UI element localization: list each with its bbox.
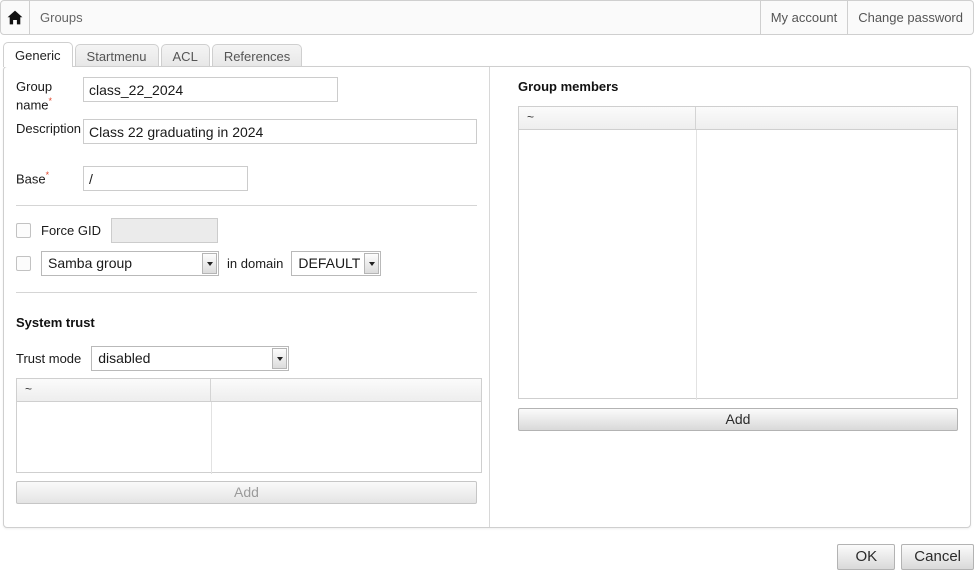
base-required-marker: * <box>45 170 50 181</box>
tab-bar: Generic Startmenu ACL References <box>0 42 974 67</box>
group-name-input[interactable] <box>83 77 338 102</box>
group-name-label-line1: Group <box>16 79 53 94</box>
base-row: Base* <box>16 166 477 192</box>
description-row: Description <box>16 119 477 145</box>
system-trust-table-header: ~ <box>17 379 481 403</box>
trust-mode-value: disabled <box>98 350 151 367</box>
chevron-down-icon <box>272 348 288 370</box>
group-members-table: ~ <box>518 106 958 400</box>
trust-mode-select[interactable]: disabled <box>91 346 290 372</box>
trust-mode-row: Trust mode disabled <box>16 346 477 372</box>
system-trust-table-body <box>17 402 481 475</box>
chevron-down-icon <box>364 253 380 275</box>
system-trust-add-button[interactable]: Add <box>16 481 477 505</box>
divider-above-gid <box>16 205 477 207</box>
column-rule <box>211 402 212 475</box>
system-trust-heading: System trust <box>16 315 95 331</box>
base-label: Base* <box>16 166 83 186</box>
samba-group-type-select[interactable]: Samba group <box>41 251 219 277</box>
group-members-table-body <box>519 130 957 400</box>
group-members-table-header: ~ <box>519 107 957 130</box>
force-gid-row: Force GID <box>16 218 477 244</box>
ok-button[interactable]: OK <box>837 544 896 570</box>
base-input[interactable] <box>83 166 248 192</box>
samba-group-checkbox[interactable] <box>16 256 31 272</box>
description-label: Description <box>16 121 82 137</box>
home-icon <box>7 10 23 25</box>
force-gid-input <box>110 218 218 244</box>
column-rule <box>696 130 697 400</box>
system-trust-column-1[interactable] <box>211 379 481 401</box>
samba-domain-select[interactable]: DEFAULT <box>291 251 382 277</box>
tab-acl[interactable]: ACL <box>160 44 210 67</box>
description-input[interactable] <box>83 119 477 145</box>
page-title: Groups <box>30 0 761 35</box>
group-members-heading: Group members <box>518 79 619 94</box>
group-name-label-line2: name <box>16 97 49 113</box>
top-bar: Groups My account Change password <box>0 0 974 35</box>
group-name-label: Group name* <box>16 77 83 112</box>
right-column: Group members ~ Add <box>490 67 970 527</box>
samba-group-type-value: Samba group <box>48 255 133 272</box>
group-name-row: Group name* <box>16 77 477 112</box>
force-gid-label: Force GID <box>41 223 101 239</box>
group-members-column-1[interactable] <box>696 107 957 129</box>
system-trust-column-0[interactable]: ~ <box>17 379 211 402</box>
tab-references[interactable]: References <box>211 44 303 67</box>
system-trust-table: ~ <box>16 378 482 475</box>
tab-startmenu[interactable]: Startmenu <box>74 44 159 67</box>
chevron-down-icon <box>202 253 217 275</box>
samba-group-row: Samba group in domain DEFAULT <box>16 251 477 277</box>
group-members-column-0[interactable]: ~ <box>519 107 696 129</box>
generic-tab-panel: Group name* Description Base* Force GID … <box>3 66 971 528</box>
in-domain-label: in domain <box>227 256 284 272</box>
left-column: Group name* Description Base* Force GID … <box>4 67 490 527</box>
group-members-add-button[interactable]: Add <box>518 408 958 431</box>
dialog-footer: OK Cancel <box>0 542 974 572</box>
divider-above-system-trust <box>16 292 477 294</box>
group-name-required-marker: * <box>48 96 53 106</box>
my-account-link[interactable]: My account <box>760 0 849 35</box>
tab-generic[interactable]: Generic <box>3 42 73 67</box>
base-label-text: Base <box>16 171 46 187</box>
force-gid-checkbox[interactable] <box>16 223 31 239</box>
home-button[interactable] <box>0 0 30 35</box>
cancel-button[interactable]: Cancel <box>901 544 974 570</box>
change-password-link[interactable]: Change password <box>848 0 974 35</box>
trust-mode-label: Trust mode <box>16 351 82 367</box>
